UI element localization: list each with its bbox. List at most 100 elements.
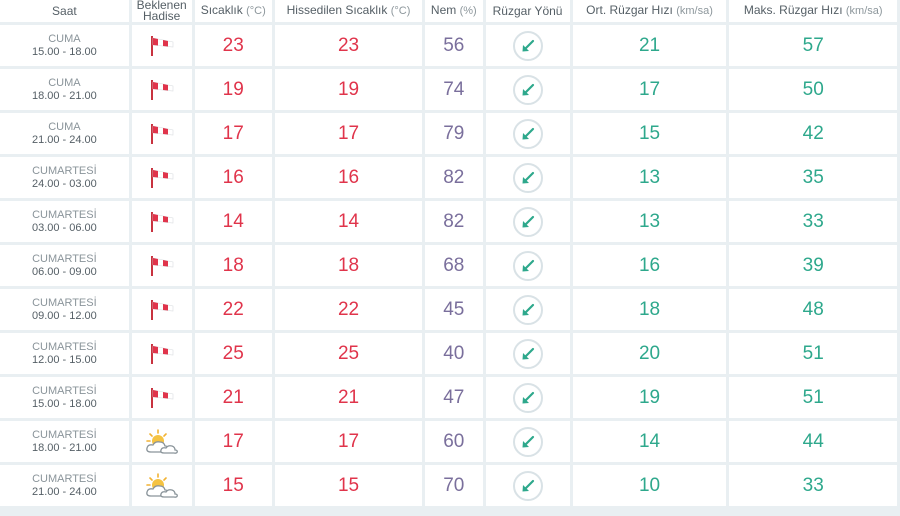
day-label: CUMARTESİ	[32, 340, 97, 353]
humidity-value: 74	[425, 69, 483, 110]
time-cell: CUMARTESİ 06.00 - 09.00	[0, 245, 129, 286]
time-cell: CUMA 18.00 - 21.00	[0, 69, 129, 110]
header-ort-ruzgar-hizi: Ort. Rüzgar Hızı (km/sa)	[572, 0, 727, 22]
arrow-southwest-icon	[512, 470, 543, 501]
time-range: 09.00 - 12.00	[31, 309, 97, 322]
avg-wind-speed-value: 15	[572, 113, 727, 154]
avg-wind-speed-value: 20	[572, 333, 727, 374]
feels-like-value: 17	[274, 113, 423, 154]
wind-direction-cell	[485, 421, 570, 462]
humidity-value: 82	[425, 201, 483, 242]
weather-icon-cell	[131, 289, 192, 330]
temperature-value: 23	[194, 25, 272, 66]
max-wind-speed-value: 44	[729, 421, 897, 462]
weather-icon-cell	[131, 69, 192, 110]
avg-wind-speed-value: 16	[572, 245, 727, 286]
avg-wind-speed-value: 13	[572, 201, 727, 242]
temperature-value: 15	[194, 465, 272, 506]
temperature-value: 18	[194, 245, 272, 286]
day-label: CUMARTESİ	[32, 164, 97, 177]
temperature-value: 21	[194, 377, 272, 418]
arrow-southwest-icon	[512, 426, 543, 457]
windy-flag-icon	[132, 387, 192, 409]
header-beklenen-hadise: Beklenen Hadise	[131, 0, 192, 22]
time-range: 15.00 - 18.00	[31, 397, 97, 410]
forecast-row: CUMA 15.00 - 18.00 23 23 56 21 57	[0, 25, 897, 66]
header-row: Saat Beklenen Hadise Sıcaklık (°C) Hissed…	[0, 0, 897, 22]
humidity-value: 79	[425, 113, 483, 154]
temperature-value: 22	[194, 289, 272, 330]
windy-flag-icon	[132, 343, 192, 365]
header-saat: Saat	[0, 0, 129, 22]
humidity-value: 45	[425, 289, 483, 330]
day-label: CUMARTESİ	[32, 296, 97, 309]
forecast-table: Saat Beklenen Hadise Sıcaklık (°C) Hissed…	[0, 0, 900, 509]
wind-direction-cell	[485, 157, 570, 198]
weather-icon-cell	[131, 377, 192, 418]
temperature-value: 16	[194, 157, 272, 198]
humidity-value: 70	[425, 465, 483, 506]
arrow-southwest-icon	[512, 162, 543, 193]
forecast-row: CUMARTESİ 21.00 - 24.00 15 15 70 10 33	[0, 465, 897, 506]
forecast-row: CUMA 18.00 - 21.00 19 19 74 17 50	[0, 69, 897, 110]
time-cell: CUMA 21.00 - 24.00	[0, 113, 129, 154]
humidity-value: 68	[425, 245, 483, 286]
feels-like-value: 17	[274, 421, 423, 462]
day-label: CUMARTESİ	[32, 208, 97, 221]
forecast-row: CUMARTESİ 24.00 - 03.00 16 16 82 13 35	[0, 157, 897, 198]
day-label: CUMARTESİ	[32, 472, 97, 485]
forecast-row: CUMARTESİ 03.00 - 06.00 14 14 82 13 33	[0, 201, 897, 242]
avg-wind-speed-value: 10	[572, 465, 727, 506]
weather-icon-cell	[131, 201, 192, 242]
time-cell: CUMARTESİ 24.00 - 03.00	[0, 157, 129, 198]
arrow-southwest-icon	[512, 250, 543, 281]
windy-flag-icon	[132, 299, 192, 321]
forecast-row: CUMARTESİ 15.00 - 18.00 21 21 47 19 51	[0, 377, 897, 418]
header-hissedilen-sicaklik: Hissedilen Sıcaklık (°C)	[274, 0, 423, 22]
forecast-row: CUMARTESİ 12.00 - 15.00 25 25 40 20 51	[0, 333, 897, 374]
wind-direction-cell	[485, 113, 570, 154]
weather-icon-cell	[131, 333, 192, 374]
arrow-southwest-icon	[512, 294, 543, 325]
avg-wind-speed-value: 21	[572, 25, 727, 66]
max-wind-speed-value: 35	[729, 157, 897, 198]
avg-wind-speed-value: 13	[572, 157, 727, 198]
day-label: CUMARTESİ	[32, 428, 97, 441]
temperature-value: 19	[194, 69, 272, 110]
humidity-value: 82	[425, 157, 483, 198]
arrow-southwest-icon	[512, 118, 543, 149]
max-wind-speed-value: 51	[729, 377, 897, 418]
time-cell: CUMARTESİ 15.00 - 18.00	[0, 377, 129, 418]
feels-like-value: 22	[274, 289, 423, 330]
weather-icon-cell	[131, 245, 192, 286]
arrow-southwest-icon	[512, 30, 543, 61]
forecast-row: CUMARTESİ 18.00 - 21.00 17 17 60 14 44	[0, 421, 897, 462]
max-wind-speed-value: 39	[729, 245, 897, 286]
header-ruzgar-yonu: Rüzgar Yönü	[485, 0, 570, 22]
time-cell: CUMA 15.00 - 18.00	[0, 25, 129, 66]
partly-cloudy-icon	[132, 472, 192, 500]
wind-direction-cell	[485, 245, 570, 286]
windy-flag-icon	[132, 79, 192, 101]
max-wind-speed-value: 48	[729, 289, 897, 330]
wind-direction-cell	[485, 289, 570, 330]
time-cell: CUMARTESİ 12.00 - 15.00	[0, 333, 129, 374]
windy-flag-icon	[132, 211, 192, 233]
day-label: CUMA	[48, 120, 81, 133]
temperature-value: 25	[194, 333, 272, 374]
forecast-row: CUMA 21.00 - 24.00 17 17 79 15 42	[0, 113, 897, 154]
windy-flag-icon	[132, 167, 192, 189]
arrow-southwest-icon	[512, 382, 543, 413]
windy-flag-icon	[132, 123, 192, 145]
wind-direction-cell	[485, 465, 570, 506]
feels-like-value: 25	[274, 333, 423, 374]
time-range: 18.00 - 21.00	[31, 89, 97, 102]
feels-like-value: 21	[274, 377, 423, 418]
feels-like-value: 14	[274, 201, 423, 242]
day-label: CUMA	[48, 76, 81, 89]
time-range: 21.00 - 24.00	[31, 485, 97, 498]
time-range: 18.00 - 21.00	[31, 441, 97, 454]
feels-like-value: 18	[274, 245, 423, 286]
wind-direction-cell	[485, 201, 570, 242]
avg-wind-speed-value: 18	[572, 289, 727, 330]
